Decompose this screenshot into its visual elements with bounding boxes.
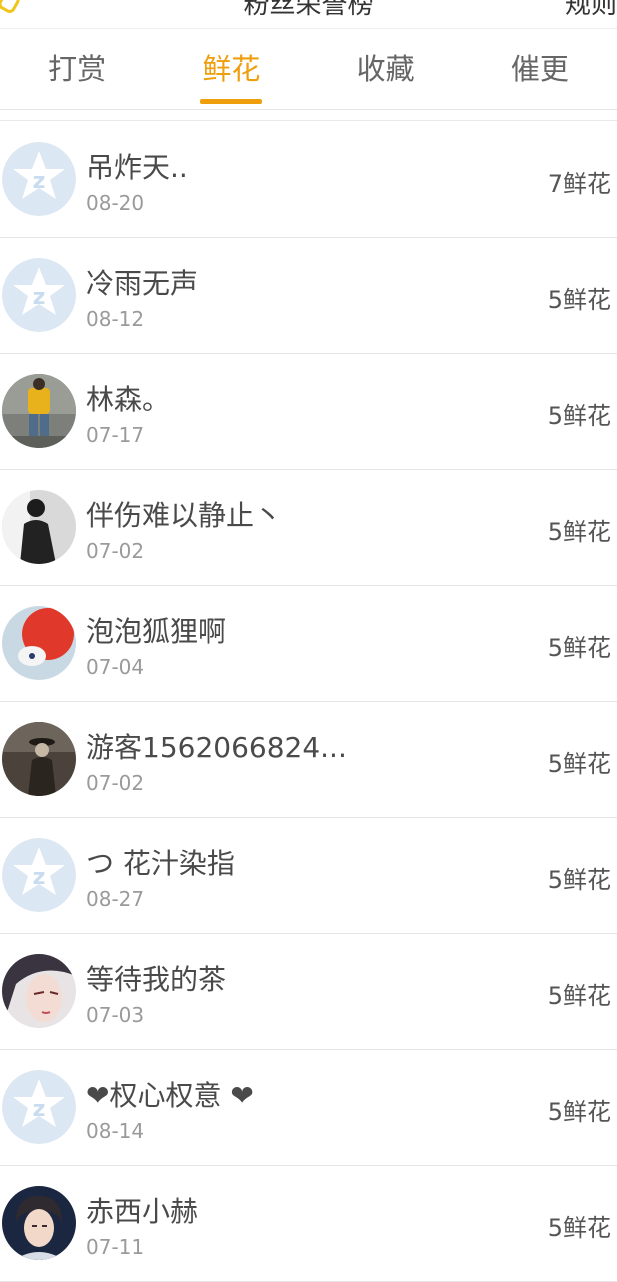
gift-date: 07-11	[86, 1235, 145, 1259]
user-name: 冷雨无声	[86, 267, 199, 300]
list-item[interactable]: 林森。 07-17 5鲜花	[0, 354, 617, 470]
default-avatar-icon[interactable]: z	[2, 1070, 76, 1144]
active-tab-indicator	[200, 99, 263, 104]
user-name: 等待我的茶	[86, 963, 227, 996]
user-avatar[interactable]	[2, 1186, 76, 1260]
page-title: 粉丝荣誉榜	[243, 0, 374, 20]
list-item[interactable]: 游客1562066824... 07-02 5鲜花	[0, 702, 617, 818]
user-name: 泡泡狐狸啊	[86, 615, 227, 648]
flower-count: 5鲜花	[547, 1098, 611, 1126]
tab-flowers[interactable]: 鲜花	[154, 29, 308, 109]
divider	[0, 120, 617, 121]
svg-text:z: z	[33, 865, 46, 890]
gift-date: 07-03	[86, 1003, 145, 1027]
tab-reward[interactable]: 打赏	[0, 29, 154, 109]
gift-date: 08-12	[86, 307, 145, 331]
tab-label: 催更	[510, 52, 569, 86]
gift-date: 07-02	[86, 539, 145, 563]
title-bar: 粉丝荣誉榜 规则	[0, 0, 617, 29]
svg-text:z: z	[33, 1097, 46, 1122]
list-item[interactable]: z 冷雨无声 08-12 5鲜花	[0, 238, 617, 354]
default-avatar-icon[interactable]: z	[2, 838, 76, 912]
rules-link[interactable]: 规则	[565, 0, 617, 21]
list-item[interactable]: z 吊炸天.. 08-20 7鲜花	[0, 122, 617, 238]
user-avatar[interactable]	[2, 606, 76, 680]
flower-count: 5鲜花	[547, 866, 611, 894]
flower-count: 5鲜花	[547, 982, 611, 1010]
gift-date: 08-27	[86, 887, 145, 911]
user-name: ❤权心权意 ❤	[86, 1079, 254, 1112]
flower-count: 5鲜花	[547, 518, 611, 546]
flower-count: 5鲜花	[547, 402, 611, 430]
gift-date: 07-04	[86, 655, 145, 679]
gift-date: 07-17	[86, 423, 145, 447]
list-item[interactable]: 赤西小赫 07-11 5鲜花	[0, 1166, 617, 1282]
user-avatar[interactable]	[2, 954, 76, 1028]
default-avatar-icon[interactable]: z	[2, 258, 76, 332]
list-item[interactable]: 伴伤难以静止丶 07-02 5鲜花	[0, 470, 617, 586]
svg-text:z: z	[33, 169, 46, 194]
tab-label: 收藏	[356, 52, 415, 86]
user-name: 吊炸天..	[86, 151, 188, 184]
gift-date: 08-20	[86, 191, 145, 215]
tab-label: 鲜花	[202, 52, 261, 86]
ranking-tabs: 打赏 鲜花 收藏 催更	[0, 29, 617, 110]
list-item[interactable]: z つ 花汁染指 08-27 5鲜花	[0, 818, 617, 934]
fan-list: z 吊炸天.. 08-20 7鲜花 z 冷雨无声 08-12 5鲜花 林森。 0…	[0, 122, 617, 1282]
flower-count: 5鲜花	[547, 1214, 611, 1242]
user-avatar[interactable]	[2, 722, 76, 796]
user-avatar[interactable]	[2, 374, 76, 448]
flower-count: 7鲜花	[547, 170, 611, 198]
user-name: つ 花汁染指	[86, 847, 235, 880]
user-name: 伴伤难以静止丶	[86, 499, 283, 532]
user-avatar[interactable]	[2, 490, 76, 564]
tab-urge-update[interactable]: 催更	[463, 29, 617, 109]
default-avatar-icon[interactable]: z	[2, 142, 76, 216]
user-name: 林森。	[86, 383, 171, 416]
gift-date: 08-14	[86, 1119, 145, 1143]
tab-favorites[interactable]: 收藏	[309, 29, 463, 109]
flower-count: 5鲜花	[547, 286, 611, 314]
user-name: 游客1562066824...	[86, 731, 347, 764]
svg-text:z: z	[33, 285, 46, 310]
flower-count: 5鲜花	[547, 750, 611, 778]
list-item[interactable]: z ❤权心权意 ❤ 08-14 5鲜花	[0, 1050, 617, 1166]
user-name: 赤西小赫	[86, 1195, 199, 1228]
list-item[interactable]: 泡泡狐狸啊 07-04 5鲜花	[0, 586, 617, 702]
flower-count: 5鲜花	[547, 634, 611, 662]
list-item[interactable]: 等待我的茶 07-03 5鲜花	[0, 934, 617, 1050]
tab-label: 打赏	[48, 52, 107, 86]
gift-date: 07-02	[86, 771, 145, 795]
